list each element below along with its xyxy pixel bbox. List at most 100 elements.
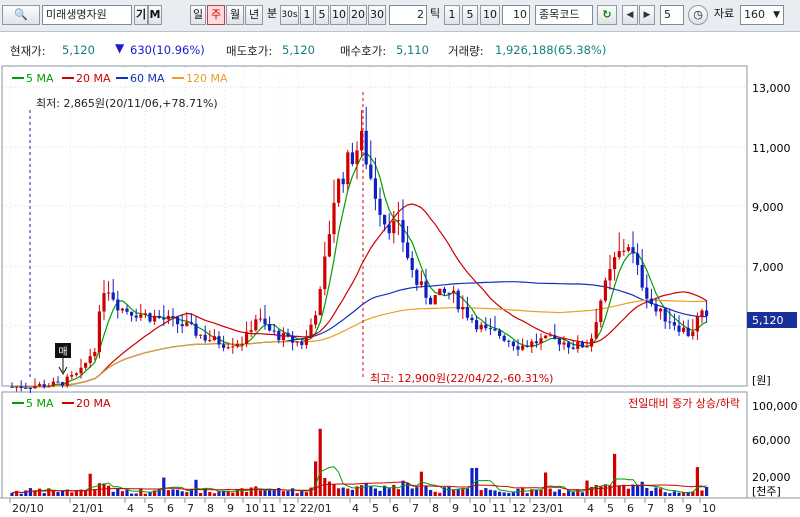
volume-bar bbox=[180, 491, 184, 496]
volume-bar bbox=[686, 492, 690, 496]
candle-body bbox=[530, 341, 534, 348]
candle-body bbox=[51, 381, 55, 386]
ma20-line bbox=[11, 203, 707, 389]
candle-body bbox=[254, 319, 258, 331]
volume-bar bbox=[24, 490, 28, 496]
volume-bar bbox=[272, 490, 276, 496]
volume-bar bbox=[332, 484, 336, 496]
candle-body bbox=[438, 288, 442, 296]
candle-body bbox=[268, 324, 272, 331]
volume-bar bbox=[433, 491, 437, 496]
candle-body bbox=[318, 289, 322, 316]
candle-body bbox=[539, 338, 543, 344]
candle-body bbox=[410, 257, 414, 270]
volume-bar bbox=[42, 493, 46, 496]
volume-bar bbox=[300, 490, 304, 496]
volume-bar bbox=[622, 484, 626, 496]
volume-bar bbox=[548, 488, 552, 496]
volume-bar bbox=[617, 485, 621, 496]
candle-body bbox=[74, 373, 78, 376]
legend-ma120: 120 MA bbox=[186, 72, 228, 85]
candle-body bbox=[364, 130, 368, 165]
volume-bar bbox=[304, 492, 308, 496]
candle-body bbox=[567, 342, 571, 348]
candle-body bbox=[562, 342, 566, 345]
candle-body bbox=[185, 322, 189, 327]
volume-bar bbox=[212, 493, 216, 496]
candle-body bbox=[176, 317, 180, 325]
stock-chart[interactable]: 5 MA 20 MA 60 MA 120 MA 5 MA 20 MA 전일대비 … bbox=[0, 0, 800, 517]
candle-body bbox=[585, 346, 589, 348]
candle-body bbox=[548, 335, 552, 337]
candle-body bbox=[613, 257, 617, 270]
volume-bar bbox=[258, 490, 262, 496]
volume-bar bbox=[608, 485, 612, 496]
volume-bar bbox=[654, 487, 658, 496]
candle-body bbox=[677, 325, 681, 332]
volume-bar bbox=[511, 492, 515, 496]
volume-bar bbox=[415, 487, 419, 496]
volume-bar bbox=[534, 490, 538, 496]
candle-body bbox=[130, 311, 134, 316]
x-tick-label: 4 bbox=[587, 502, 594, 515]
candle-body bbox=[15, 386, 19, 388]
volume-bar bbox=[553, 491, 557, 496]
x-tick-label: 11 bbox=[262, 502, 276, 515]
price-tick-1: 11,000 bbox=[752, 142, 791, 155]
candle-body bbox=[576, 341, 580, 349]
candle-body bbox=[493, 328, 497, 331]
candle-body bbox=[498, 330, 502, 336]
candle-body bbox=[668, 321, 672, 323]
x-tick-label: 7 bbox=[187, 502, 194, 515]
candle-body bbox=[429, 297, 433, 305]
candle-body bbox=[208, 340, 212, 342]
x-tick-label: 4 bbox=[127, 502, 134, 515]
volume-bar bbox=[539, 489, 543, 496]
candle-body bbox=[544, 335, 548, 339]
volume-bar bbox=[603, 484, 607, 496]
candle-body bbox=[442, 288, 446, 293]
candle-body bbox=[286, 332, 290, 336]
candle-body bbox=[433, 295, 437, 305]
volume-bar bbox=[677, 492, 681, 496]
volume-bar bbox=[346, 488, 350, 496]
candle-body bbox=[594, 322, 598, 339]
volume-bar bbox=[447, 486, 451, 496]
x-tick-label: 10 bbox=[472, 502, 486, 515]
volume-bar bbox=[516, 488, 520, 496]
candle-body bbox=[70, 375, 74, 377]
candle-body bbox=[277, 330, 281, 341]
legend-swatch-ma5 bbox=[12, 77, 24, 79]
volume-bars bbox=[10, 428, 709, 496]
volume-bar bbox=[521, 488, 525, 496]
candle-body bbox=[392, 220, 396, 234]
legend-ma20: 20 MA bbox=[76, 72, 111, 85]
candle-body bbox=[682, 327, 686, 332]
volume-bar bbox=[125, 489, 129, 496]
candle-body bbox=[452, 290, 456, 294]
candle-body bbox=[28, 387, 32, 389]
price-unit: [원] bbox=[752, 374, 771, 387]
volume-bar bbox=[682, 492, 686, 496]
x-tick-label: 8 bbox=[432, 502, 439, 515]
candle-body bbox=[143, 313, 147, 315]
x-tick-label: 6 bbox=[392, 502, 399, 515]
volume-bar bbox=[281, 491, 285, 496]
volume-bar bbox=[498, 491, 502, 496]
candle-body bbox=[507, 340, 511, 342]
volume-bar bbox=[231, 492, 235, 496]
candle-body bbox=[222, 344, 226, 348]
candle-body bbox=[162, 317, 166, 320]
candle-body bbox=[691, 331, 695, 337]
volume-bar bbox=[668, 493, 672, 496]
price-panel-frame bbox=[1, 65, 748, 387]
candle-body bbox=[56, 381, 60, 383]
volume-bar bbox=[649, 490, 653, 496]
volume-bar bbox=[562, 493, 566, 496]
x-tick-label: 12 bbox=[512, 502, 526, 515]
candle-body bbox=[180, 324, 184, 327]
candle-body bbox=[309, 324, 313, 339]
volume-bar bbox=[268, 490, 272, 496]
volume-bar bbox=[139, 488, 143, 496]
candle-body bbox=[116, 299, 120, 311]
